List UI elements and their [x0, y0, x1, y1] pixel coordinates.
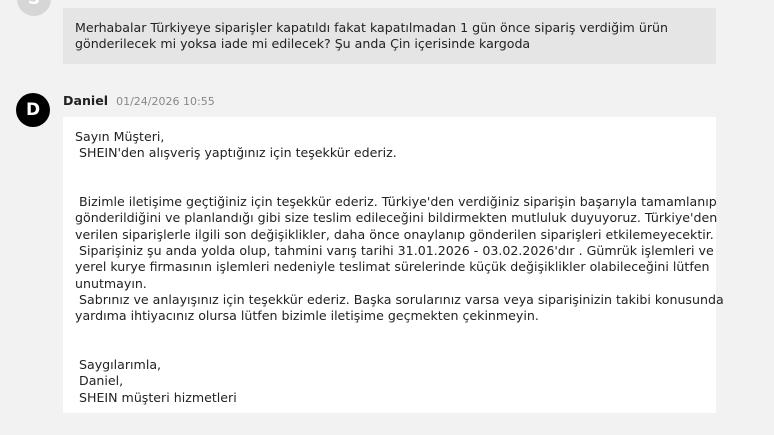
agent-avatar: D: [16, 93, 50, 127]
agent-message-line: Sabrınız ve anlayışınız için teşekkür ed…: [75, 291, 724, 307]
agent-message-bubble: Sayın Müşteri, SHEIN'den alışveriş yaptı…: [63, 117, 724, 413]
agent-message-line: Siparişiniz şu anda yolda olup, tahmini …: [75, 243, 714, 259]
agent-message-line: SHEIN müşteri hizmetleri: [75, 389, 237, 405]
agent-avatar-letter: D: [25, 100, 41, 120]
user-message-line: Merhabalar Türkiyeye siparişler kapatıld…: [75, 20, 668, 35]
user-avatar: S: [17, 0, 51, 16]
agent-message-line: Saygılarımla,: [75, 357, 162, 373]
agent-message-line: Daniel,: [75, 373, 124, 389]
agent-message-line: yerel kurye firmasının işlemleri nedeniy…: [75, 259, 710, 275]
agent-name: Daniel: [63, 93, 109, 108]
agent-message-line: gönderildiğini ve planlandığı gibi size …: [75, 210, 718, 226]
user-avatar-letter: S: [28, 0, 40, 9]
agent-message-line: verilen siparişlerle ilgili son değişikl…: [75, 226, 714, 242]
agent-message-line: SHEIN'den alışveriş yaptığınız için teşe…: [75, 145, 397, 161]
message-timestamp: 01/24/2026 10:55: [116, 95, 215, 108]
agent-message-line: yardıma ihtiyacınız olursa lütfen biziml…: [75, 308, 539, 324]
agent-message-line: Bizimle iletişime geçtiğiniz için teşekk…: [75, 194, 717, 210]
user-message-bubble: Merhabalar Türkiyeye siparişler kapatıld…: [63, 8, 716, 64]
user-message-line: gönderilecek mi yoksa iade mi edilecek? …: [75, 36, 531, 52]
agent-message-header: Daniel 01/24/2026 10:55: [63, 93, 215, 108]
agent-message-line: Sayın Müşteri,: [75, 129, 165, 144]
agent-message-line: unutmayın.: [75, 275, 147, 291]
